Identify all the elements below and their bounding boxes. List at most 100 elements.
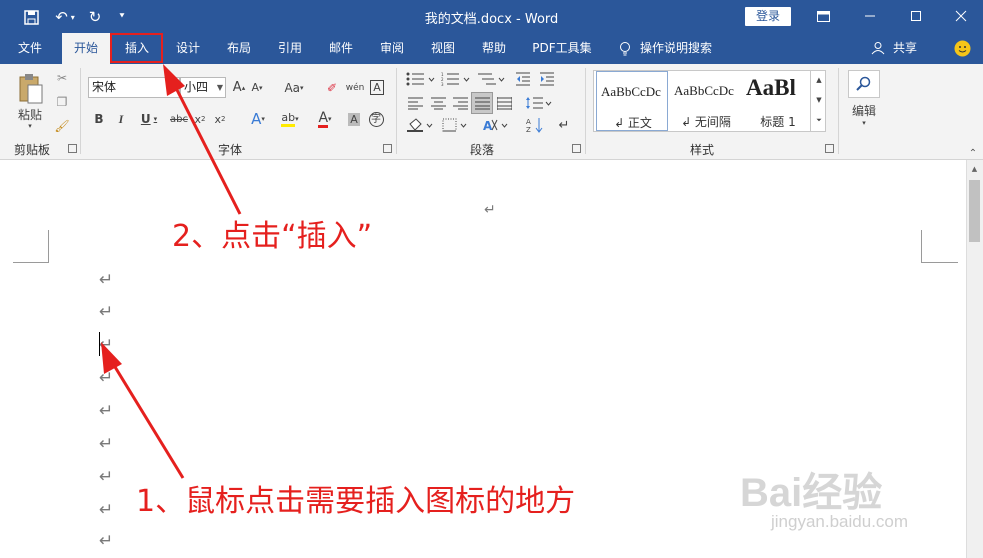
clear-formatting-icon[interactable]: ✐ bbox=[323, 77, 341, 98]
style-normal[interactable]: AaBbCcDc ↲ 正文 bbox=[596, 71, 668, 131]
phonetic-guide-icon[interactable]: wén bbox=[346, 77, 365, 98]
collapse-ribbon-icon[interactable]: ⌃ bbox=[966, 148, 980, 159]
tab-view[interactable]: 视图 bbox=[421, 33, 465, 64]
lightbulb-icon[interactable] bbox=[618, 33, 632, 64]
sort-icon[interactable]: AZ bbox=[524, 116, 546, 134]
tab-review[interactable]: 审阅 bbox=[370, 33, 414, 64]
scrollbar-thumb[interactable] bbox=[969, 180, 980, 242]
character-border-icon[interactable]: A bbox=[368, 77, 386, 98]
font-launcher-icon[interactable] bbox=[383, 144, 392, 153]
styles-group-label: 样式 bbox=[690, 143, 715, 157]
style-name: ↲ 无间隔 bbox=[681, 115, 731, 129]
separator bbox=[585, 68, 586, 154]
styles-gallery: AaBbCcDc ↲ 正文 AaBbCcDc ↲ 无间隔 AaBl 标题 1 bbox=[593, 70, 826, 132]
strikethrough-icon[interactable]: abc bbox=[170, 110, 188, 128]
chevron-up-icon[interactable]: ▲ bbox=[813, 72, 825, 88]
clipboard-launcher-icon[interactable] bbox=[68, 144, 77, 153]
paste-dropdown-icon[interactable]: ▾ bbox=[25, 121, 35, 131]
paragraph-mark: ↵ bbox=[99, 270, 114, 290]
minimize-icon[interactable] bbox=[855, 4, 885, 28]
style-name: 标题 1 bbox=[760, 115, 796, 129]
insert-tab-highlight bbox=[110, 33, 163, 63]
tab-pdf-tools[interactable]: PDF工具集 bbox=[526, 33, 598, 64]
align-center-icon[interactable] bbox=[429, 94, 447, 112]
show-marks-icon[interactable]: ↵ bbox=[555, 116, 573, 134]
clipboard-group-label: 剪贴板 bbox=[14, 143, 51, 157]
style-heading-1[interactable]: AaBl 标题 1 bbox=[742, 71, 814, 131]
superscript-icon[interactable]: x2 bbox=[213, 110, 227, 128]
font-color-icon[interactable]: A ▾ bbox=[310, 110, 340, 128]
login-button[interactable]: 登录 bbox=[745, 7, 791, 26]
font-name-combo[interactable]: 宋体 bbox=[88, 77, 180, 98]
enclose-characters-icon[interactable]: 字 bbox=[367, 110, 385, 128]
justify-icon[interactable] bbox=[471, 92, 493, 114]
paragraph-launcher-icon[interactable] bbox=[572, 144, 581, 153]
annotation-step-1: 1、鼠标点击需要插入图标的地方 bbox=[136, 484, 576, 519]
watermark-url: jingyan.baidu.com bbox=[771, 512, 909, 531]
tab-help[interactable]: 帮助 bbox=[472, 33, 516, 64]
gallery-more-icon[interactable]: ⏷ bbox=[813, 112, 825, 128]
chevron-down-icon[interactable]: ▼ bbox=[813, 92, 825, 108]
bullets-icon[interactable] bbox=[405, 70, 437, 88]
copy-icon[interactable]: ❐ bbox=[54, 94, 70, 110]
tab-references[interactable]: 引用 bbox=[268, 33, 312, 64]
borders-icon[interactable] bbox=[441, 116, 471, 134]
editing-dropdown-icon[interactable]: ▾ bbox=[859, 118, 869, 128]
smiley-icon[interactable] bbox=[952, 33, 972, 64]
tell-me-search[interactable]: 操作说明搜索 bbox=[640, 33, 726, 64]
paragraph-mark: ↵ bbox=[99, 531, 114, 551]
line-spacing-icon[interactable] bbox=[524, 94, 554, 112]
align-right-icon[interactable] bbox=[451, 94, 469, 112]
tab-mailings[interactable]: 邮件 bbox=[319, 33, 363, 64]
svg-text:Z: Z bbox=[526, 126, 531, 133]
paragraph-mark: ↵ bbox=[99, 401, 114, 421]
shading-icon[interactable] bbox=[406, 116, 436, 134]
chinese-layout-icon[interactable]: A bbox=[482, 116, 512, 134]
tab-design[interactable]: 设计 bbox=[166, 33, 210, 64]
character-shading-icon[interactable]: A bbox=[345, 110, 363, 128]
align-left-icon[interactable] bbox=[406, 94, 424, 112]
maximize-icon[interactable] bbox=[901, 4, 931, 28]
svg-text:3: 3 bbox=[441, 82, 444, 86]
styles-launcher-icon[interactable] bbox=[825, 144, 834, 153]
find-icon[interactable] bbox=[848, 70, 880, 98]
title-bar: ↶ ▾ ↻ ⯆ 我的文档.docx - Word 登录 bbox=[0, 0, 983, 33]
cut-icon[interactable]: ✂ bbox=[54, 70, 70, 86]
paragraph-mark: ↵ bbox=[99, 500, 114, 520]
text-effects-icon[interactable]: A ▾ bbox=[244, 110, 272, 128]
share-button[interactable]: 共享 bbox=[890, 33, 920, 64]
user-icon[interactable] bbox=[870, 33, 886, 64]
multilevel-list-icon[interactable] bbox=[475, 70, 507, 88]
paragraph-mark: ↵ bbox=[484, 202, 496, 218]
highlight-color-icon[interactable]: ab ▾ bbox=[275, 110, 305, 128]
scroll-up-icon[interactable]: ▲ bbox=[969, 163, 980, 175]
close-icon[interactable] bbox=[946, 4, 976, 28]
bold-icon[interactable]: B bbox=[92, 110, 106, 128]
style-no-spacing[interactable]: AaBbCcDc ↲ 无间隔 bbox=[670, 71, 742, 131]
text-cursor bbox=[99, 332, 100, 356]
ribbon-display-icon[interactable] bbox=[808, 4, 838, 28]
paste-button[interactable]: 粘贴 bbox=[12, 106, 48, 122]
tab-file[interactable]: 文件 bbox=[8, 33, 52, 64]
change-case-icon[interactable]: Aa ▾ bbox=[280, 77, 308, 98]
font-size-combo[interactable]: 小四 ▼ bbox=[180, 77, 226, 98]
italic-icon[interactable]: I bbox=[114, 110, 128, 128]
shrink-font-icon[interactable]: A ▾ bbox=[249, 77, 265, 98]
underline-icon[interactable]: U ▾ bbox=[136, 110, 162, 128]
subscript-icon[interactable]: x2 bbox=[193, 110, 207, 128]
decrease-indent-icon[interactable] bbox=[514, 70, 532, 88]
margin-corner-right bbox=[921, 230, 958, 263]
editing-button[interactable]: 编辑 bbox=[846, 102, 882, 118]
numbering-icon[interactable]: 123 bbox=[440, 70, 472, 88]
tab-home[interactable]: 开始 bbox=[62, 33, 110, 64]
styles-scroll: ▲ ▼ ⏷ bbox=[810, 70, 826, 132]
distributed-icon[interactable] bbox=[495, 94, 513, 112]
chevron-down-icon: ▼ bbox=[216, 83, 223, 92]
svg-text:A: A bbox=[483, 119, 493, 132]
grow-font-icon[interactable]: A ▴ bbox=[231, 77, 247, 98]
margin-corner-left bbox=[13, 230, 49, 263]
increase-indent-icon[interactable] bbox=[538, 70, 556, 88]
paste-icon[interactable] bbox=[14, 72, 46, 106]
tab-layout[interactable]: 布局 bbox=[217, 33, 261, 64]
format-painter-icon[interactable]: 🖌 bbox=[54, 118, 70, 134]
